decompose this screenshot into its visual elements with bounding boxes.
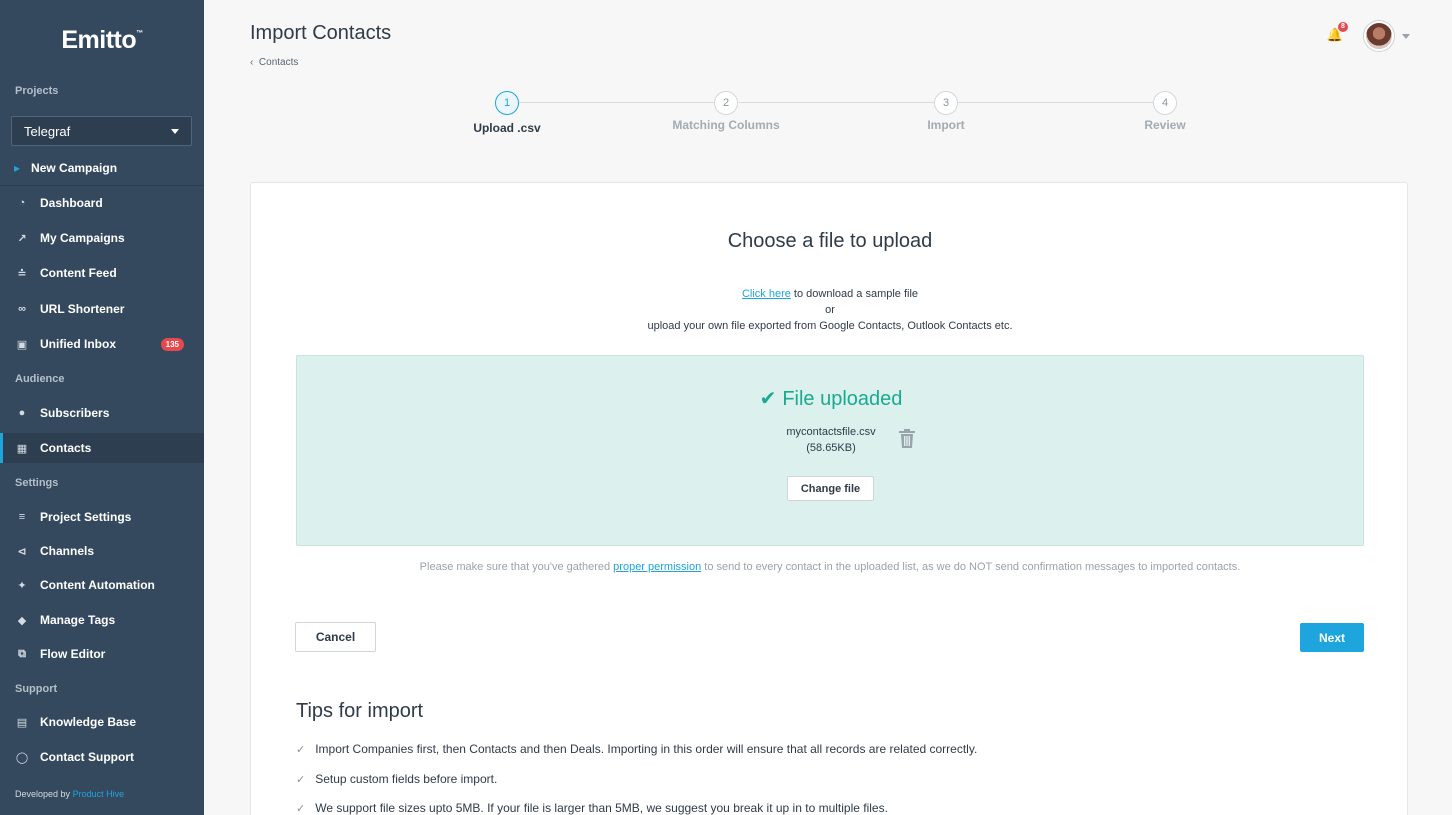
step-3-label: Import <box>927 118 965 132</box>
upload-card: Choose a file to upload Click here to do… <box>250 182 1408 815</box>
project-select[interactable]: Telegraf <box>11 116 192 146</box>
inbox-icon: ▣ <box>16 338 28 351</box>
sidebar-item-content-automation[interactable]: ✦ Content Automation <box>0 570 204 600</box>
tags-icon: ◆ <box>17 614 27 627</box>
step-4-circle[interactable]: 4 <box>1153 91 1177 115</box>
check-icon: ✓ <box>296 743 306 756</box>
step-3-circle[interactable]: 3 <box>934 91 958 115</box>
sidebar-item-subscribers[interactable]: ● Subscribers <box>0 398 204 428</box>
upload-instructions: Click here to download a sample file or … <box>647 288 1013 332</box>
file-name: mycontactsfile.csv <box>786 426 876 438</box>
sidebar-item-content-feed[interactable]: ≐ Content Feed <box>0 258 204 288</box>
sidebar-item-manage-tags[interactable]: ◆ Manage Tags <box>0 605 204 635</box>
address-book-icon: ▦ <box>16 442 28 455</box>
sidebar-item-knowledge-base[interactable]: ▤ Knowledge Base <box>0 707 204 737</box>
section-label-support: Support <box>15 683 58 695</box>
chevron-left-icon: ‹ <box>250 57 254 68</box>
breadcrumb-contacts: Contacts <box>258 57 299 68</box>
check-icon: ✓ <box>296 802 306 815</box>
check-icon: ✔ <box>759 388 777 410</box>
step-connector <box>739 102 934 103</box>
link-icon: ∞ <box>18 303 26 315</box>
page-title: Import Contacts <box>250 22 392 44</box>
download-sample-link[interactable]: Click here <box>742 288 791 300</box>
tip-item: ✓ Import Companies first, then Contacts … <box>296 742 978 756</box>
sidebar: Emitto™ Projects Telegraf ▸ New Campaign… <box>0 0 204 815</box>
flow-icon: ⧉ <box>18 647 26 660</box>
section-label-projects: Projects <box>15 85 59 97</box>
sidebar-item-project-settings[interactable]: ≡ Project Settings <box>0 502 204 532</box>
breadcrumb[interactable]: ‹ Contacts <box>250 57 298 68</box>
sidebar-item-channels[interactable]: ⊲ Channels <box>0 536 204 566</box>
sliders-icon: ≡ <box>18 511 26 523</box>
tip-item: ✓ We support file sizes upto 5MB. If you… <box>296 801 888 815</box>
users-icon: ● <box>18 407 26 419</box>
file-dropzone[interactable]: ✔ File uploaded mycontactsfile.csv (58.65… <box>296 355 1364 546</box>
magic-wand-icon: ✦ <box>17 579 27 592</box>
sidebar-item-url-shortener[interactable]: ∞ URL Shortener <box>0 294 204 324</box>
cancel-button[interactable]: Cancel <box>295 622 376 652</box>
headset-icon: ◯ <box>15 751 29 764</box>
new-campaign-button[interactable]: ▸ New Campaign <box>0 150 204 186</box>
section-label-audience: Audience <box>15 373 65 385</box>
caret-down-icon <box>171 128 179 134</box>
step-4-label: Review <box>1144 118 1186 132</box>
proper-permission-link[interactable]: proper permission <box>613 561 701 573</box>
step-connector <box>958 102 1153 103</box>
notification-badge: 8 <box>1338 22 1348 32</box>
sidebar-item-unified-inbox[interactable]: ▣ Unified Inbox 135 <box>0 329 204 359</box>
caret-down-icon[interactable] <box>1402 34 1410 39</box>
rss-icon: ≐ <box>17 267 27 280</box>
book-icon: ▤ <box>16 716 28 729</box>
share-icon: ⊲ <box>17 545 27 558</box>
tip-item: ✓ Setup custom fields before import. <box>296 772 498 786</box>
sidebar-item-my-campaigns[interactable]: ↗ My Campaigns <box>0 223 204 253</box>
change-file-button[interactable]: Change file <box>787 476 874 501</box>
step-connector <box>519 102 714 103</box>
step-1-label: Upload .csv <box>473 121 541 135</box>
developer-link[interactable]: Product Hive <box>73 789 125 799</box>
upload-status: ✔ File uploaded <box>759 388 903 410</box>
step-1-circle[interactable]: 1 <box>495 91 519 115</box>
file-info: mycontactsfile.csv (58.65KB) <box>297 424 1365 456</box>
permission-notice: Please make sure that you've gathered pr… <box>419 561 1241 573</box>
sidebar-item-contacts[interactable]: ▦ Contacts <box>0 433 204 463</box>
trash-icon[interactable] <box>898 429 916 449</box>
section-label-settings: Settings <box>15 477 59 489</box>
developed-by: Developed by Product Hive <box>15 789 125 799</box>
check-icon: ✓ <box>296 773 306 786</box>
app-logo[interactable]: Emitto™ <box>0 26 204 55</box>
megaphone-icon: ▸ <box>14 160 21 175</box>
avatar[interactable] <box>1364 21 1394 51</box>
step-2-circle[interactable]: 2 <box>714 91 738 115</box>
project-select-value: Telegraf <box>24 123 71 139</box>
tips-title: Tips for import <box>296 700 424 722</box>
file-size: (58.65KB) <box>806 442 856 454</box>
chart-line-icon: ↗ <box>17 232 27 245</box>
dashboard-icon: ◔ <box>18 197 26 209</box>
sidebar-item-dashboard[interactable]: ◔ Dashboard <box>0 188 204 218</box>
next-button[interactable]: Next <box>1300 623 1364 652</box>
upload-title: Choose a file to upload <box>727 230 933 252</box>
sidebar-item-flow-editor[interactable]: ⧉ Flow Editor <box>0 639 204 669</box>
unread-badge: 135 <box>160 337 184 351</box>
sidebar-item-contact-support[interactable]: ◯ Contact Support <box>0 742 204 772</box>
step-2-label: Matching Columns <box>672 118 780 132</box>
